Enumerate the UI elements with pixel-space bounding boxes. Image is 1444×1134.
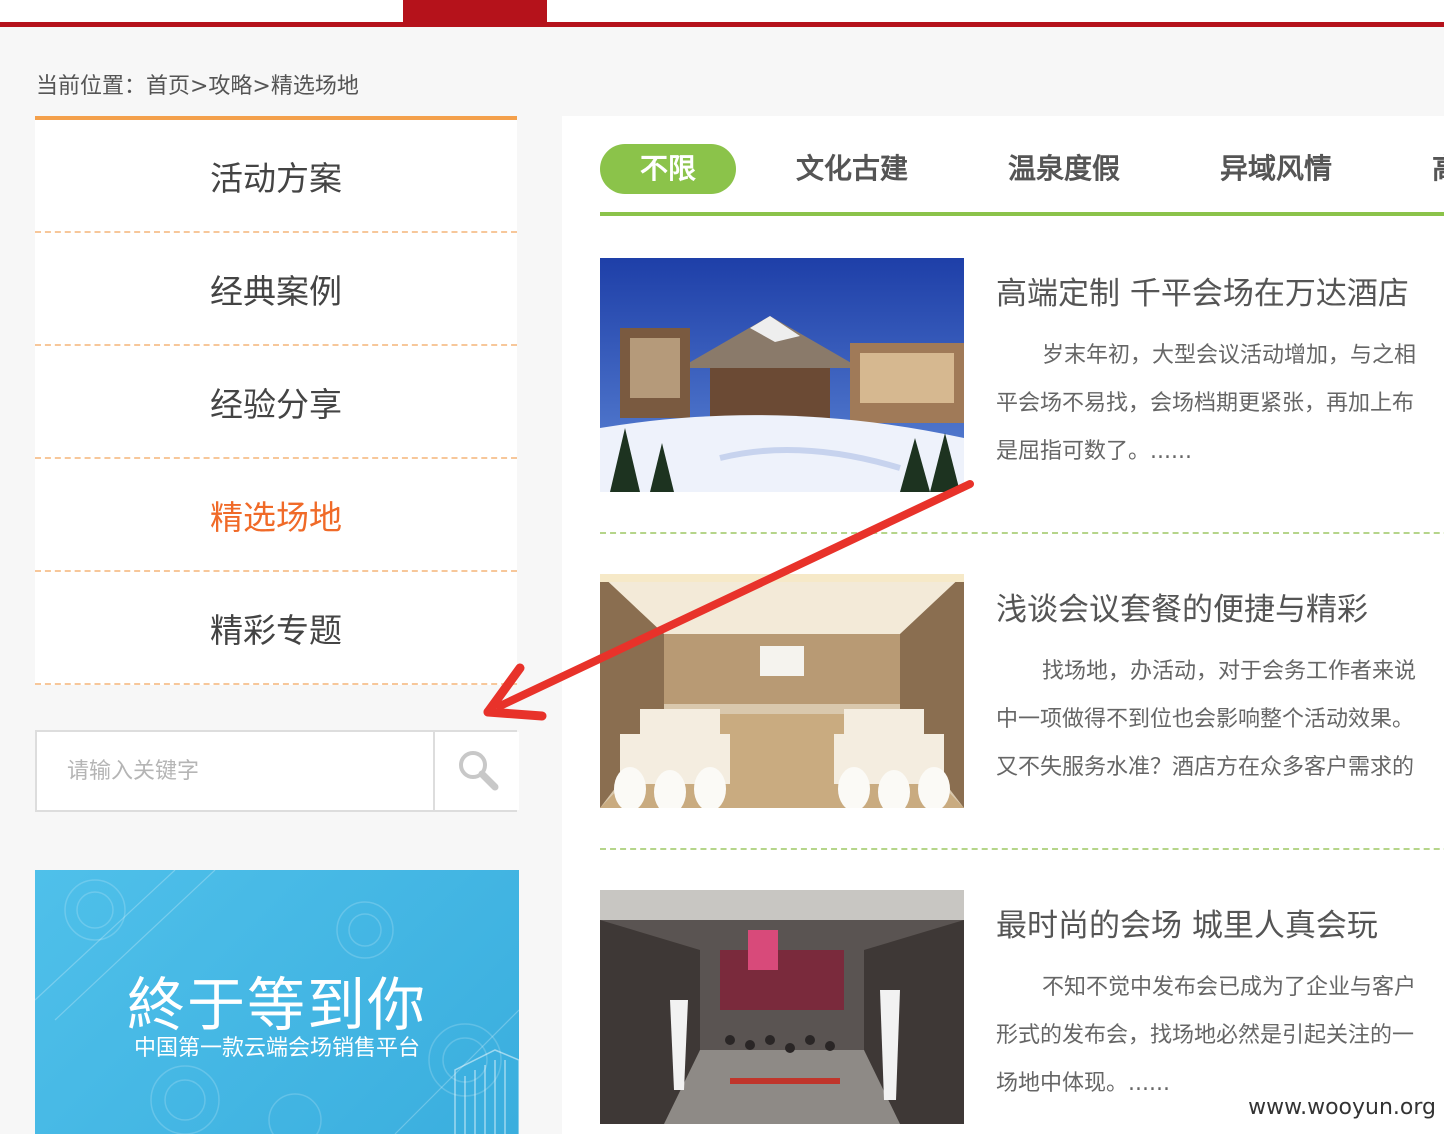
watermark: www.wooyun.org	[1248, 1095, 1436, 1120]
article-summary: 岁末年初，大型会议活动增加，与之相 平会场不易找，会场档期更紧张，再加上布 是屈…	[996, 332, 1444, 476]
sidebar-item-selected-venues[interactable]: 精选场地	[35, 459, 517, 572]
article-summary: 不知不觉中发布会已成为了企业与客户 形式的发布会，找场地必然是引起关注的一 场地…	[996, 964, 1444, 1108]
filter-tabs: 不限 文化古建 温泉度假 异域风情 高	[600, 144, 1444, 196]
sidebar-item-experience-sharing[interactable]: 经验分享	[35, 346, 517, 459]
breadcrumb: 当前位置：首页>攻略>精选场地	[36, 74, 359, 99]
article-summary-line: 找场地，办活动，对于会务工作者来说	[1042, 659, 1417, 684]
sidebar-item-classic-cases[interactable]: 经典案例	[35, 233, 517, 346]
article-summary-line: 平会场不易找，会场档期更紧张，再加上布	[996, 391, 1415, 416]
search-box	[35, 730, 519, 812]
search-button[interactable]	[433, 732, 519, 810]
article-title[interactable]: 最时尚的会场 城里人真会玩	[996, 900, 1378, 945]
article-divider	[600, 532, 1444, 534]
filter-underline	[600, 212, 1444, 216]
article-summary-line: 岁末年初，大型会议活动增加，与之相	[1042, 343, 1417, 368]
article-title[interactable]: 浅谈会议套餐的便捷与精彩	[996, 584, 1368, 629]
article-summary-line: 中一项做得不到位也会影响整个活动效果。	[996, 707, 1415, 732]
article-divider	[600, 848, 1444, 850]
article-summary: 找场地，办活动，对于会务工作者来说 中一项做得不到位也会影响整个活动效果。 又不…	[996, 648, 1444, 792]
atrium-event-photo-icon	[600, 890, 964, 1124]
filter-tab-all[interactable]: 不限	[600, 144, 736, 194]
article-thumbnail[interactable]	[600, 258, 964, 492]
filter-tab-more[interactable]: 高	[1432, 144, 1444, 194]
sidebar-item-activity-plans[interactable]: 活动方案	[35, 120, 517, 233]
banner-subtitle: 中国第一款云端会场销售平台	[133, 1036, 420, 1061]
article-summary-line: 又不失服务水准？酒店方在众多客户需求的	[996, 755, 1415, 780]
top-nav-underline	[0, 22, 1444, 27]
sidebar-item-featured-topics[interactable]: 精彩专题	[35, 572, 517, 685]
top-nav-active-tab[interactable]	[403, 0, 547, 27]
sidebar-menu: 活动方案 经典案例 经验分享 精选场地 精彩专题	[35, 116, 517, 685]
ski-resort-photo-icon	[600, 258, 964, 492]
main-content: 不限 文化古建 温泉度假 异域风情 高端定制 千平会场在万达酒店 岁末年初，大型…	[562, 116, 1444, 1134]
article-title[interactable]: 高端定制 千平会场在万达酒店	[996, 268, 1409, 313]
top-nav-bar	[0, 0, 1444, 22]
article-thumbnail[interactable]	[600, 890, 964, 1124]
filter-tab-hotspring[interactable]: 温泉度假	[1008, 144, 1120, 194]
article-summary-line: 是屈指可数了。......	[996, 439, 1192, 464]
article-summary-line: 形式的发布会，找场地必然是引起关注的一	[996, 1023, 1415, 1048]
conference-room-photo-icon	[600, 574, 964, 808]
article-thumbnail[interactable]	[600, 574, 964, 808]
search-input[interactable]	[37, 732, 433, 810]
article-summary-line: 不知不觉中发布会已成为了企业与客户	[1042, 975, 1417, 1000]
search-icon	[454, 746, 500, 796]
filter-tab-culture[interactable]: 文化古建	[796, 144, 908, 194]
promo-banner[interactable]: 終于等到你 中国第一款云端会场销售平台	[35, 870, 519, 1134]
filter-tab-exotic[interactable]: 异域风情	[1220, 144, 1332, 194]
